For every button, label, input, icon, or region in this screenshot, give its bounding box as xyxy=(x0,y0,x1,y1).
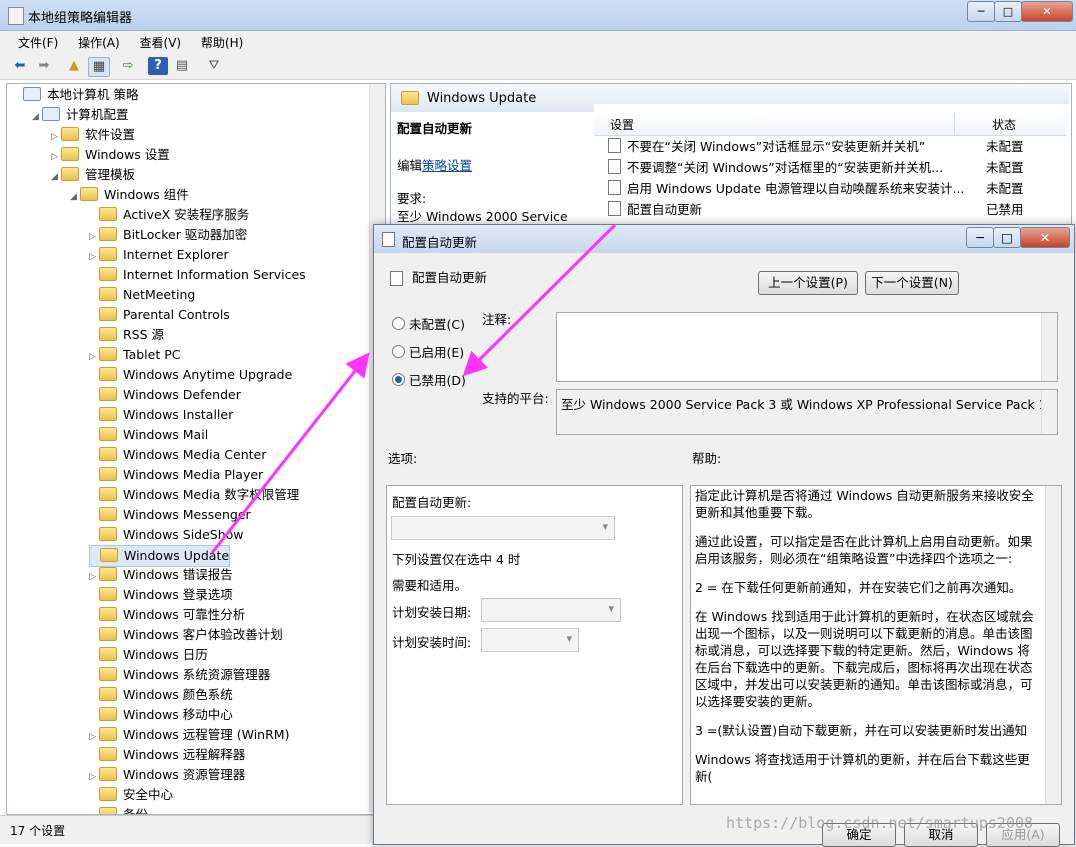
arrow-tree-to-dialog xyxy=(210,352,370,554)
annotation-arrows xyxy=(210,223,617,554)
arrow-list-to-disabled xyxy=(462,223,617,377)
watermark: https://blog.csdn.net/smartups2008 xyxy=(726,814,1034,832)
